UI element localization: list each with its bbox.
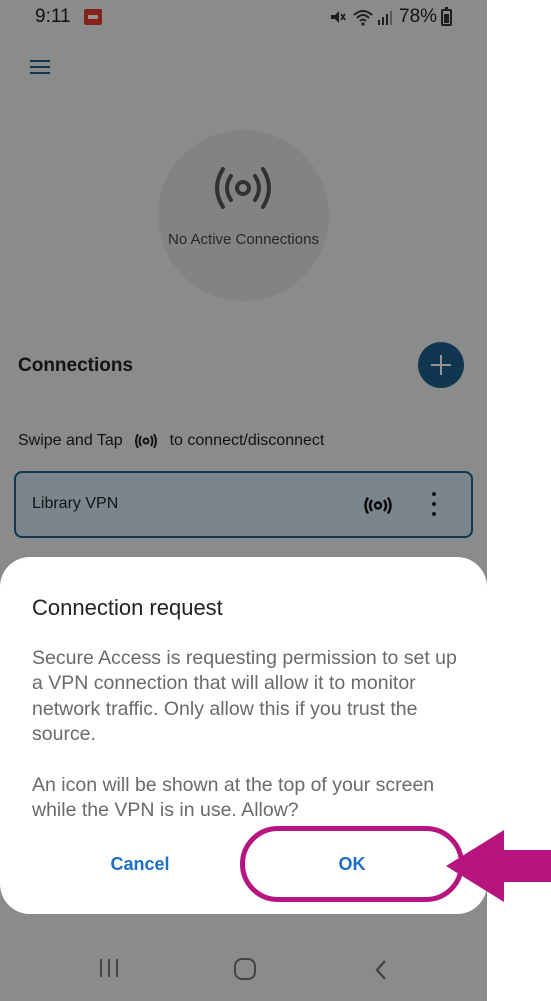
ok-highlight-outline [240,826,464,902]
cancel-button[interactable]: Cancel [60,847,220,881]
dialog-title: Connection request [32,595,223,620]
dialog-paragraph-permission: Secure Access is requesting permission t… [32,647,457,746]
navigation-bar [0,940,487,1001]
pointer-arrow-icon [446,830,551,902]
dialog-paragraph-icon-notice: An icon will be shown at the top of your… [32,774,435,822]
home-icon[interactable] [234,958,256,980]
recents-icon[interactable] [99,959,121,979]
dialog-message: Secure Access is requesting permission t… [32,646,462,824]
back-icon[interactable] [373,958,389,982]
